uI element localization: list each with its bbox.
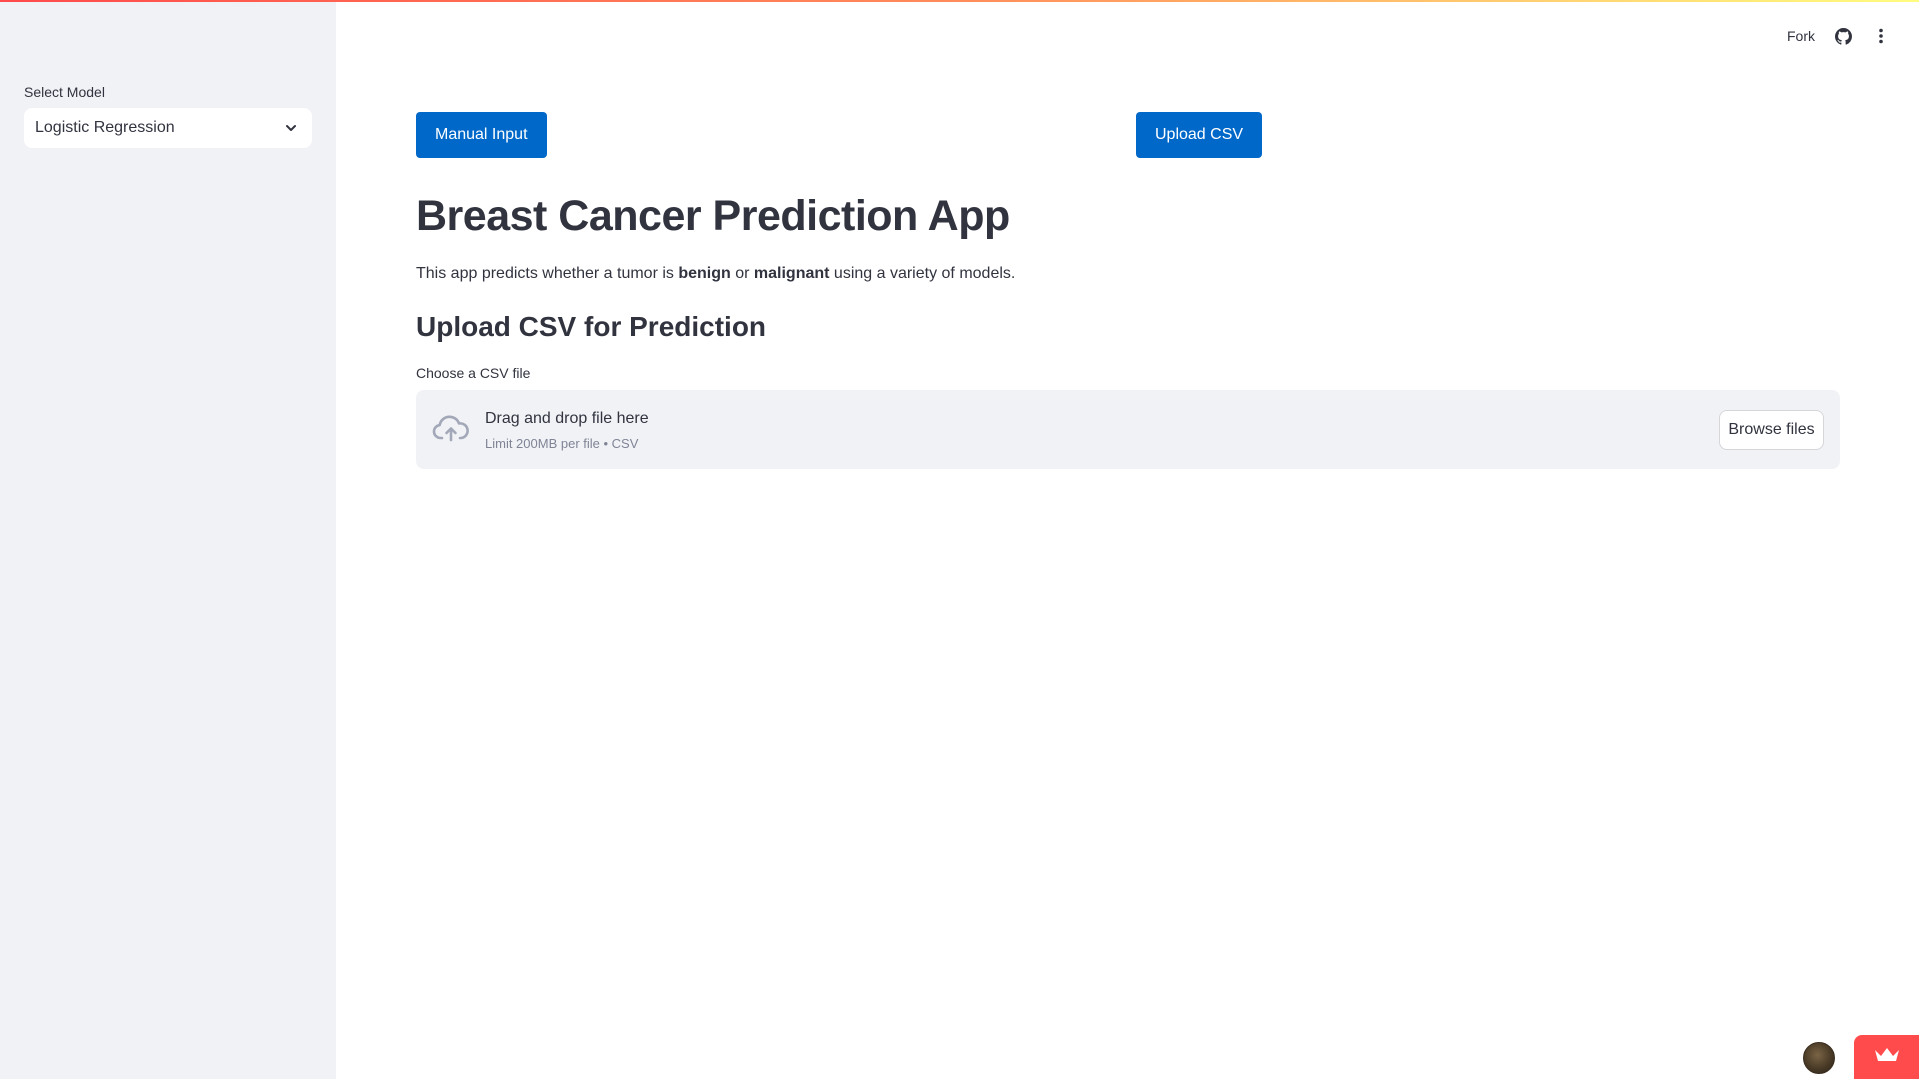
model-select-value: Logistic Regression	[35, 119, 175, 136]
dropzone-limit: Limit 200MB per file • CSV	[485, 436, 639, 451]
section-title: Upload CSV for Prediction	[416, 311, 767, 342]
upload-csv-button[interactable]: Upload CSV	[1136, 112, 1263, 158]
avatar[interactable]	[1803, 1042, 1835, 1074]
description-middle: or	[730, 265, 754, 282]
model-select[interactable]: Logistic Regression	[24, 108, 312, 148]
dropzone-instructions: Drag and drop file here	[485, 410, 649, 427]
select-model-label: Select Model	[24, 84, 105, 100]
crown-icon	[1874, 1047, 1900, 1068]
manual-input-button[interactable]: Manual Input	[416, 112, 547, 158]
file-uploader-label: Choose a CSV file	[416, 365, 531, 381]
top-decoration-bar	[0, 0, 1919, 2]
browse-files-button[interactable]: Browse files	[1719, 410, 1824, 450]
description-suffix: using a variety of models.	[829, 265, 1016, 282]
main-content: Manual Input Upload CSV Breast Cancer Pr…	[336, 0, 1919, 1079]
sidebar: Select Model Logistic Regression	[0, 0, 336, 1079]
description-benign: benign	[678, 265, 731, 282]
description-prefix: This app predicts whether a tumor is	[416, 265, 679, 282]
chevron-down-icon	[284, 121, 298, 135]
file-dropzone[interactable]: Drag and drop file here Limit 200MB per …	[416, 390, 1840, 469]
page-title: Breast Cancer Prediction App	[416, 192, 1010, 240]
description-malignant: malignant	[753, 265, 830, 282]
page-description: This app predicts whether a tumor is ben…	[416, 265, 1015, 283]
cloud-upload-icon	[432, 412, 470, 446]
streamlit-badge[interactable]	[1854, 1035, 1919, 1079]
